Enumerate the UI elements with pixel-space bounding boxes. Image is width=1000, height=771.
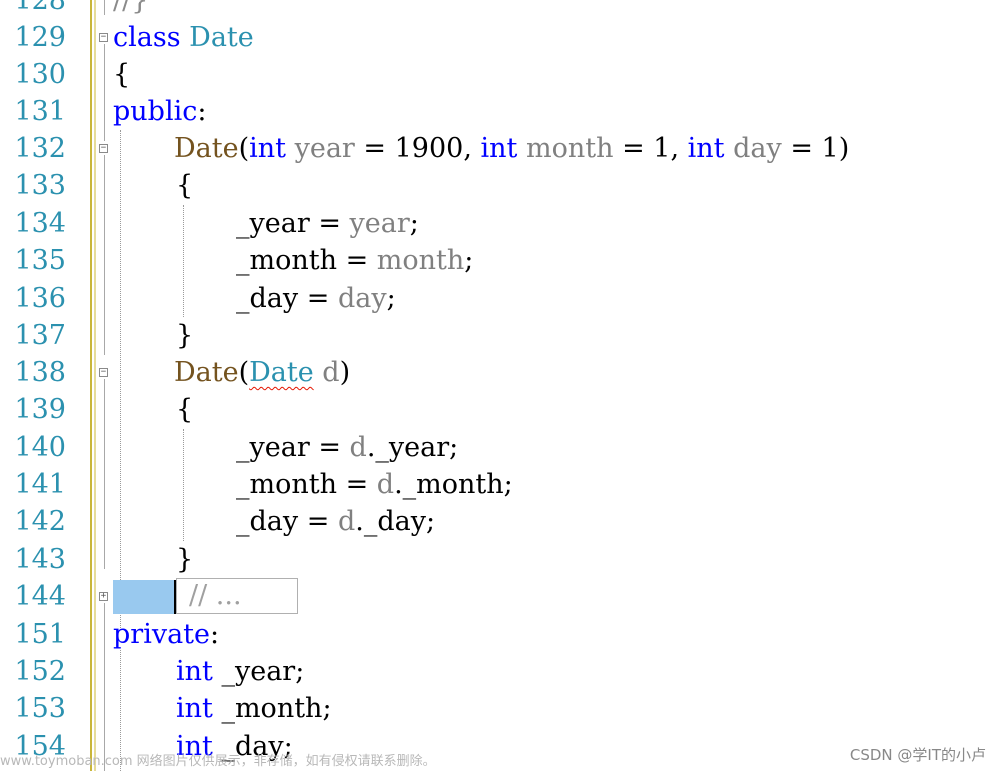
line-number: 128 bbox=[14, 0, 66, 16]
line-number: 134 bbox=[14, 208, 66, 239]
code-line: private: bbox=[113, 619, 220, 650]
code-line: { bbox=[176, 170, 194, 201]
outline-line bbox=[104, 0, 105, 15]
code-line: public: bbox=[113, 96, 207, 127]
collapse-icon[interactable]: − bbox=[99, 33, 108, 42]
code-line: } bbox=[176, 320, 194, 351]
line-number: 151 bbox=[14, 619, 66, 650]
outline-line bbox=[104, 603, 105, 771]
indent-guide bbox=[183, 205, 184, 317]
line-number: 133 bbox=[14, 170, 66, 201]
line-number: 143 bbox=[14, 544, 66, 575]
code-line: _month = month; bbox=[236, 245, 474, 276]
line-number: 142 bbox=[14, 506, 66, 537]
collapse-icon[interactable]: − bbox=[99, 368, 108, 377]
collapse-icon[interactable]: − bbox=[99, 144, 108, 153]
line-number: 141 bbox=[14, 469, 66, 500]
watermark-left: www.toymoban.com 网络图片仅供展示，非存储，如有侵权请联系删除。 bbox=[0, 754, 436, 769]
code-line: { bbox=[176, 394, 194, 425]
code-line: _day = day; bbox=[236, 283, 396, 314]
line-number: 135 bbox=[14, 245, 66, 276]
code-line: _month = d._month; bbox=[236, 469, 513, 500]
outline-line bbox=[104, 44, 105, 141]
expand-icon[interactable]: + bbox=[99, 592, 108, 601]
code-line: { bbox=[113, 59, 131, 90]
collapsed-region[interactable]: // ... bbox=[176, 578, 298, 614]
line-number: 130 bbox=[14, 59, 66, 90]
code-line: _day = d._day; bbox=[236, 506, 436, 537]
line-number: 132 bbox=[14, 133, 66, 164]
line-number: 137 bbox=[14, 320, 66, 351]
code-line: class Date bbox=[113, 22, 254, 53]
indent-guide bbox=[183, 429, 184, 541]
line-number: 138 bbox=[14, 357, 66, 388]
line-number: 136 bbox=[14, 283, 66, 314]
code-line: int _month; bbox=[176, 693, 332, 724]
line-number: 140 bbox=[14, 432, 66, 463]
code-line: } bbox=[176, 544, 194, 575]
change-bar bbox=[94, 0, 96, 771]
code-line: Date(int year = 1900, int month = 1, int… bbox=[174, 133, 850, 164]
line-number: 129 bbox=[14, 22, 66, 53]
line-number: 139 bbox=[14, 394, 66, 425]
change-bar bbox=[90, 0, 92, 771]
line-number: 131 bbox=[14, 96, 66, 127]
error-squiggle: Date bbox=[249, 357, 314, 388]
text-caret bbox=[174, 580, 176, 614]
outline-line bbox=[104, 379, 105, 569]
outline-line bbox=[104, 155, 105, 355]
line-number: 152 bbox=[14, 656, 66, 687]
code-line: Date(Date d) bbox=[174, 357, 351, 388]
code-line: int _year; bbox=[176, 656, 305, 687]
code-line: _year = d._year; bbox=[236, 432, 459, 463]
indent-guide bbox=[120, 130, 121, 630]
code-line: //} bbox=[113, 0, 149, 16]
code-line: _year = year; bbox=[236, 208, 419, 239]
line-number: 153 bbox=[14, 693, 66, 724]
selection-highlight bbox=[113, 580, 175, 614]
line-number: 144 bbox=[14, 581, 66, 612]
watermark-right: CSDN @学IT的小卢 bbox=[849, 746, 986, 764]
